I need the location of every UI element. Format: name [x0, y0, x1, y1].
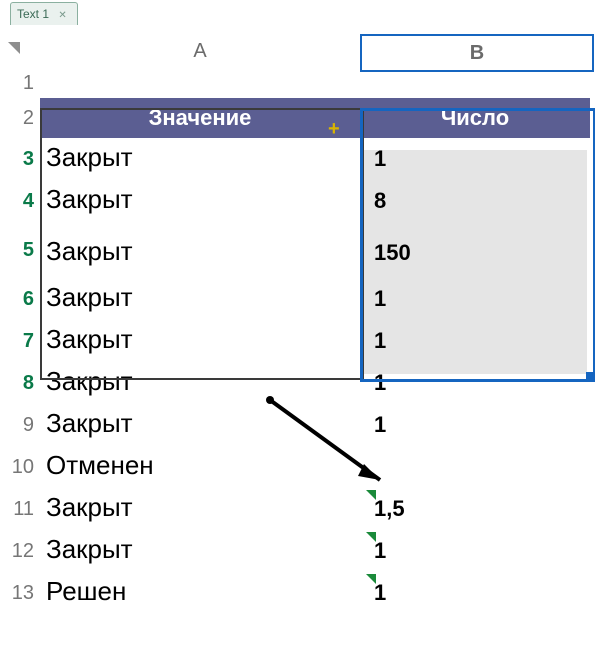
row-header-11[interactable]: 11	[0, 488, 40, 530]
trace-error-icon[interactable]: +	[328, 118, 340, 141]
row-header-3[interactable]: 3	[0, 138, 40, 180]
row-header-13[interactable]: 13	[0, 572, 40, 614]
sheet-tab-label: Text 1	[17, 7, 49, 21]
row-header-5[interactable]: 5	[0, 222, 40, 278]
row-header-2[interactable]: 2	[0, 98, 40, 138]
row-header-4[interactable]: 4	[0, 180, 40, 222]
error-indicator-icon[interactable]	[366, 574, 376, 584]
cell-b13[interactable]: 1	[360, 582, 590, 604]
cell-a6[interactable]: Закрыт	[40, 284, 360, 310]
cell-a10[interactable]: Отменен	[40, 452, 360, 478]
cell-a9[interactable]: Закрыт	[40, 410, 360, 436]
column-header-b[interactable]: B	[360, 34, 594, 72]
cell-b9[interactable]: 1	[360, 414, 590, 436]
cell-a5[interactable]: Закрыт	[40, 238, 360, 264]
column-header-a[interactable]: A	[40, 34, 360, 68]
table-header-number[interactable]: Число	[360, 98, 590, 138]
table-header-value[interactable]: Значение	[40, 98, 360, 138]
cell-a8[interactable]: Закрыт	[40, 368, 360, 394]
cell-b12[interactable]: 1	[360, 540, 590, 562]
cell-b4[interactable]: 8	[360, 190, 590, 212]
cell-a4[interactable]: Закрыт	[40, 186, 360, 212]
cell-a7[interactable]: Закрыт	[40, 326, 360, 352]
cell-a12[interactable]: Закрыт	[40, 536, 360, 562]
row-header-9[interactable]: 9	[0, 404, 40, 446]
sheet-tab[interactable]: Text 1 ✕	[10, 2, 78, 25]
row-header-7[interactable]: 7	[0, 320, 40, 362]
column-headers: A B	[0, 34, 595, 68]
cell-b6[interactable]: 1	[360, 288, 590, 310]
close-icon[interactable]: ✕	[58, 10, 66, 21]
cell-a11[interactable]: Закрыт	[40, 494, 360, 520]
row-header-12[interactable]: 12	[0, 530, 40, 572]
cell-b3[interactable]: 1	[360, 148, 590, 170]
fill-handle[interactable]	[586, 372, 594, 380]
error-indicator-icon[interactable]	[366, 490, 376, 500]
cell-b5[interactable]: 150	[360, 242, 590, 264]
row-header-10[interactable]: 10	[0, 446, 40, 488]
row-header-8[interactable]: 8	[0, 362, 40, 404]
cell-b8[interactable]: 1	[360, 372, 590, 394]
cell-a3[interactable]: Закрыт	[40, 144, 360, 170]
cell-b7[interactable]: 1	[360, 330, 590, 352]
cell-b11[interactable]: 1,5	[360, 498, 590, 520]
row-header-1[interactable]: 1	[0, 68, 40, 98]
error-indicator-icon[interactable]	[366, 532, 376, 542]
cell-a13[interactable]: Решен	[40, 578, 360, 604]
annotation-arrow-icon	[260, 390, 420, 500]
row-header-6[interactable]: 6	[0, 278, 40, 320]
